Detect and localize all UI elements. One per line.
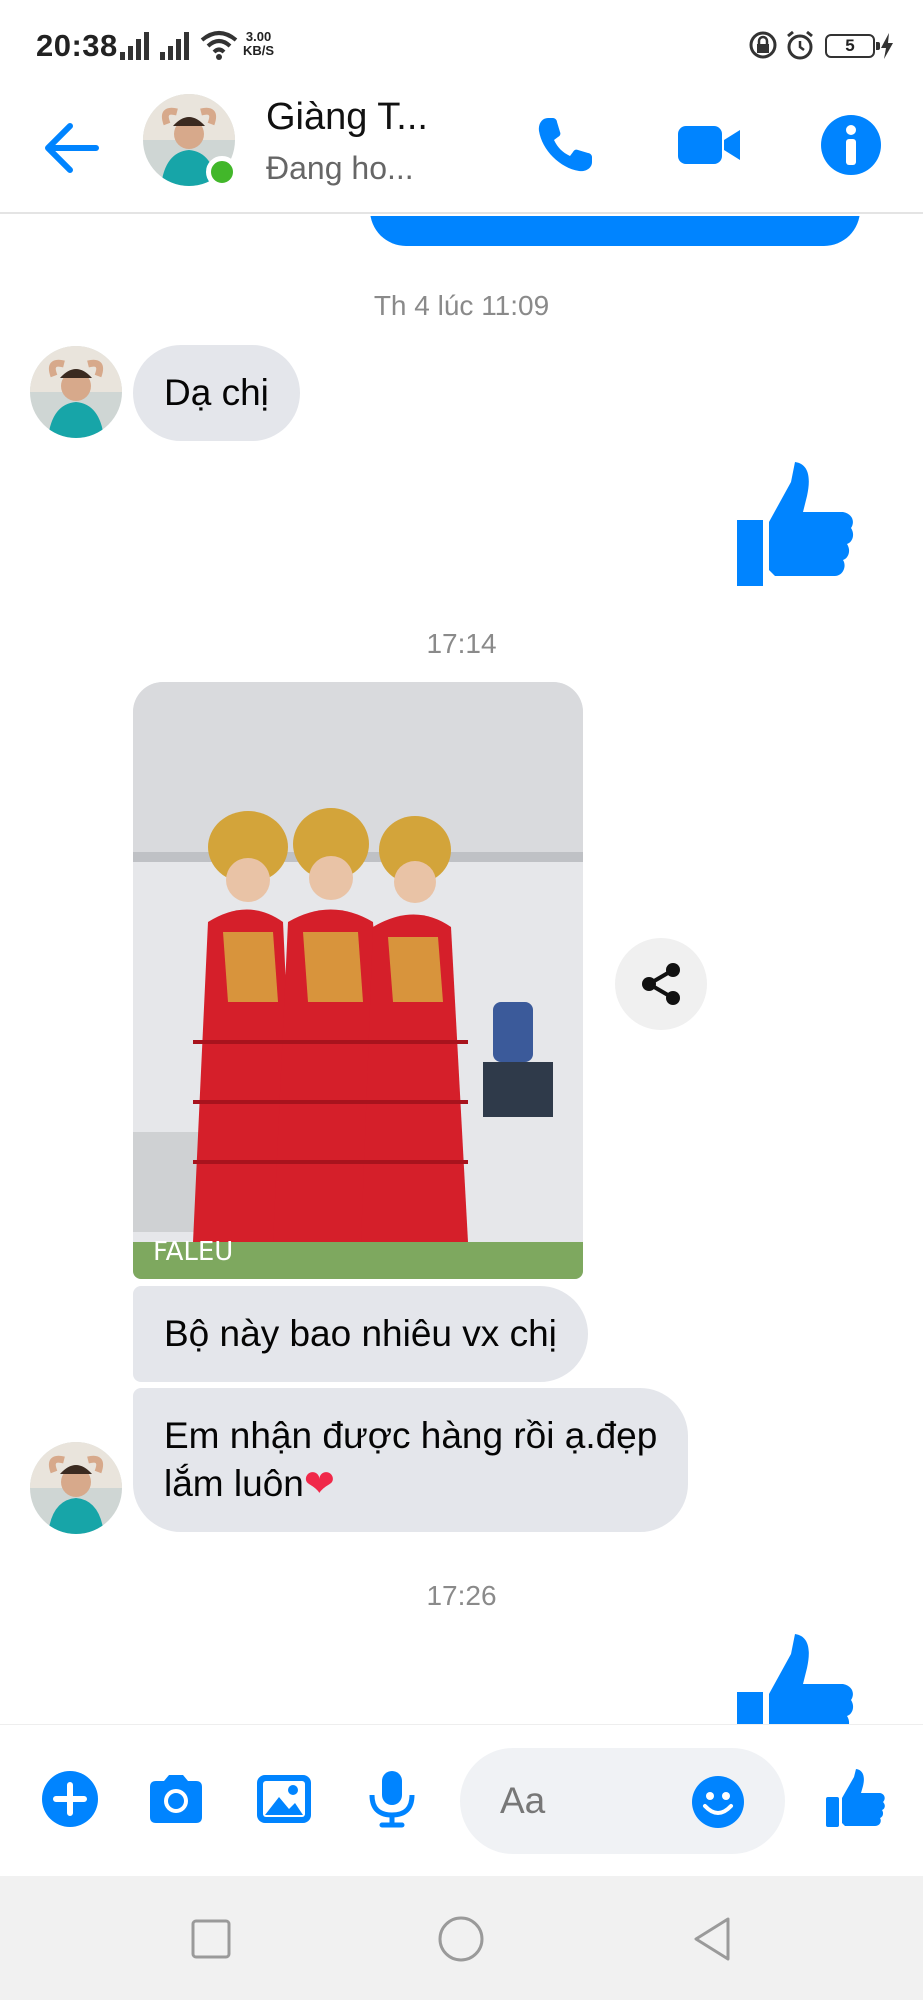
received-photo[interactable]: FALEU xyxy=(133,682,583,1279)
status-bar: 20:38 3.00 KB/S 5 xyxy=(0,0,923,92)
message-text: Dạ chị xyxy=(164,372,269,413)
message-composer: Aa xyxy=(0,1724,923,1876)
share-icon xyxy=(642,963,680,1005)
contact-status: Đang ho... xyxy=(266,150,414,186)
message-text-line2-text: lắm luôn xyxy=(164,1463,304,1504)
camera-icon[interactable] xyxy=(144,1767,208,1831)
recents-icon[interactable] xyxy=(186,1914,236,1964)
info-icon[interactable] xyxy=(816,110,886,180)
system-navigation-bar xyxy=(0,1876,923,2000)
received-message-bubble[interactable]: Dạ chị xyxy=(133,345,300,441)
network-speed-unit: KB/S xyxy=(243,43,275,58)
heart-emoji: ❤ xyxy=(303,1463,335,1504)
message-input-placeholder: Aa xyxy=(500,1780,546,1821)
thumbs-up-icon[interactable] xyxy=(735,1634,855,1724)
message-text-line1: Em nhận được hàng rồi ạ.đẹp xyxy=(164,1415,658,1456)
signal-2-icon xyxy=(160,32,189,60)
message-input[interactable]: Aa xyxy=(460,1748,785,1854)
thumbs-up-icon[interactable] xyxy=(822,1767,886,1831)
photo-watermark: FALEU xyxy=(153,1237,233,1267)
message-list[interactable]: Th 4 lúc 11:09 Dạ chị 17:14 FALEU Bộ này… xyxy=(0,216,923,1724)
received-message-bubble[interactable]: Bộ này bao nhiêu vx chị xyxy=(133,1286,588,1382)
status-time: 20:38 xyxy=(36,28,118,63)
gallery-icon[interactable] xyxy=(252,1767,316,1831)
received-message-bubble[interactable]: Em nhận được hàng rồi ạ.đẹp lắm luôn❤ xyxy=(133,1388,689,1532)
charging-icon xyxy=(881,33,893,59)
emoji-icon[interactable] xyxy=(690,1774,746,1830)
lock-rotation-icon xyxy=(749,31,777,59)
network-speed: 3.00 KB/S xyxy=(243,30,274,58)
video-call-icon[interactable] xyxy=(672,110,744,180)
back-arrow-icon[interactable] xyxy=(40,116,104,180)
contact-name[interactable]: Giàng T... xyxy=(266,96,428,139)
online-status-dot xyxy=(206,156,238,188)
conversation-header: Giàng T... Đang ho... xyxy=(0,92,923,214)
network-speed-value: 3.00 xyxy=(245,29,272,44)
plus-icon[interactable] xyxy=(38,1767,102,1831)
messenger-screen: 20:38 3.00 KB/S 5 Giàng T... Đang ho... … xyxy=(0,0,923,2000)
alarm-icon xyxy=(787,30,813,60)
home-icon[interactable] xyxy=(436,1914,486,1964)
phone-icon[interactable] xyxy=(530,110,600,180)
microphone-icon[interactable] xyxy=(360,1767,424,1831)
timestamp-divider: 17:26 xyxy=(426,1580,497,1611)
message-text: Bộ này bao nhiêu vx chị xyxy=(164,1313,557,1354)
contact-avatar-small[interactable] xyxy=(30,1442,122,1534)
sent-message-bubble-partial xyxy=(370,216,860,246)
wifi-icon xyxy=(200,31,238,60)
thumbs-up-icon[interactable] xyxy=(735,462,855,586)
message-text-line2: lắm luôn❤ xyxy=(164,1460,657,1508)
timestamp-divider: Th 4 lúc 11:09 xyxy=(373,290,550,321)
back-icon[interactable] xyxy=(688,1914,738,1964)
share-button[interactable] xyxy=(615,938,707,1030)
signal-1-icon xyxy=(120,32,149,60)
timestamp-divider: 17:14 xyxy=(426,628,497,659)
contact-avatar-small[interactable] xyxy=(30,346,122,438)
battery-indicator: 5 xyxy=(825,34,880,58)
